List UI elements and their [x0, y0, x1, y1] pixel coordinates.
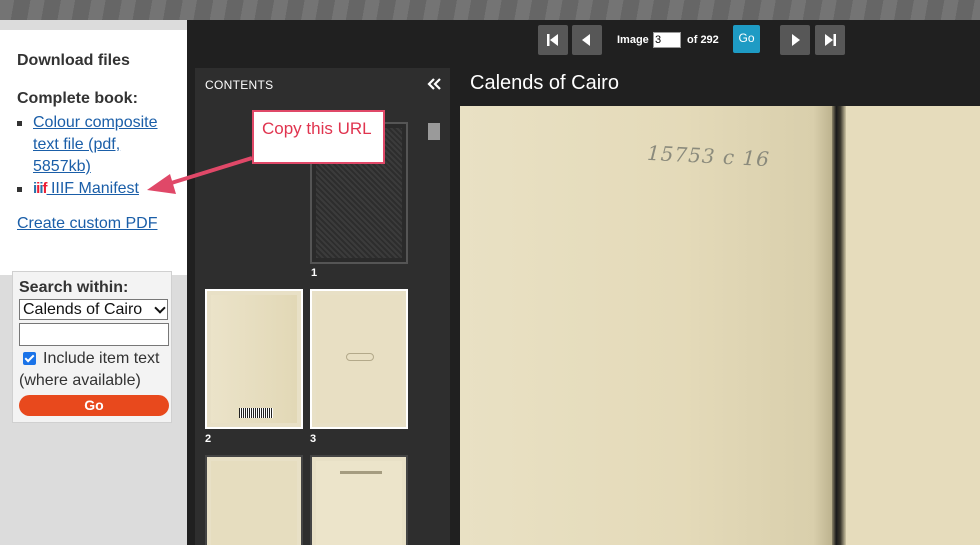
search-scope-value: Calends of Cairo: [23, 301, 143, 318]
title-line: [340, 471, 382, 474]
image-label: Image: [617, 34, 649, 46]
search-go-button[interactable]: Go: [19, 395, 169, 416]
chevron-down-icon: [154, 302, 166, 314]
thumbnail-4[interactable]: [205, 455, 303, 545]
page-left: [460, 106, 832, 545]
download-panel: Download files Complete book: Colour com…: [0, 30, 187, 275]
go-to-image-button[interactable]: Go: [733, 25, 760, 53]
page-image: [211, 461, 297, 545]
download-title: Download files: [17, 52, 130, 69]
first-page-button[interactable]: [538, 25, 568, 55]
barcode-icon: [239, 408, 273, 418]
search-within-panel: Search within: Calends of Cairo Include …: [12, 271, 172, 423]
collapse-double-chevron-icon[interactable]: [426, 76, 442, 92]
thumbnail-3[interactable]: [310, 289, 408, 429]
page-image: [211, 295, 297, 423]
stamp-mark: [346, 353, 374, 361]
next-page-icon: [792, 34, 800, 46]
page-scan[interactable]: 15753 c 16: [460, 106, 980, 545]
iiif-manifest-link[interactable]: iiif IIIF Manifest: [33, 180, 139, 197]
search-input[interactable]: [19, 323, 169, 346]
image-number-input[interactable]: 3: [653, 32, 681, 48]
prev-page-button[interactable]: [572, 25, 602, 55]
annotation-callout: Copy this URL: [252, 110, 385, 164]
book-viewer: Image 3 of 292 Go CONTENTS 1 2 3 Calends…: [187, 20, 980, 545]
thumbnail-number: 3: [310, 433, 317, 445]
search-title: Search within:: [19, 279, 129, 296]
first-page-icon: [547, 34, 558, 46]
thumbnail-5[interactable]: [310, 455, 408, 545]
next-page-button[interactable]: [780, 25, 810, 55]
banner-artwork: [0, 0, 980, 20]
include-item-text-note: (where available): [19, 372, 141, 389]
last-page-button[interactable]: [815, 25, 845, 55]
iiif-logo-icon: iiif: [33, 180, 48, 197]
thumbnail-2[interactable]: [205, 289, 303, 429]
contents-title: CONTENTS: [205, 78, 274, 92]
page-right: [846, 106, 980, 545]
pdf-download-link[interactable]: Colour composite text file (pdf, 5857kb): [33, 114, 158, 175]
prev-page-icon: [582, 34, 590, 46]
download-list: Colour composite text file (pdf, 5857kb)…: [17, 112, 177, 200]
include-item-text-label: Include item text: [43, 350, 160, 367]
list-item: Colour composite text file (pdf, 5857kb): [17, 112, 177, 178]
scrollbar-thumb[interactable]: [428, 123, 440, 140]
image-total: of 292: [687, 34, 719, 46]
iiif-manifest-label: IIIF Manifest: [46, 180, 139, 197]
complete-book-heading: Complete book:: [17, 90, 138, 107]
search-scope-select[interactable]: Calends of Cairo: [19, 299, 168, 320]
annotation-text: Copy this URL: [262, 119, 372, 138]
page-title: Calends of Cairo: [470, 72, 619, 94]
thumbnail-number: 2: [205, 433, 212, 445]
book-spine: [832, 106, 846, 545]
top-banner: [0, 0, 980, 20]
left-sidebar: Download files Complete book: Colour com…: [0, 20, 187, 545]
include-item-text-checkbox[interactable]: [23, 352, 36, 365]
thumbnail-number: 1: [311, 267, 318, 279]
last-page-icon: [825, 34, 836, 46]
list-item: iiif IIIF Manifest: [17, 178, 177, 200]
create-custom-pdf-link[interactable]: Create custom PDF: [17, 215, 157, 233]
